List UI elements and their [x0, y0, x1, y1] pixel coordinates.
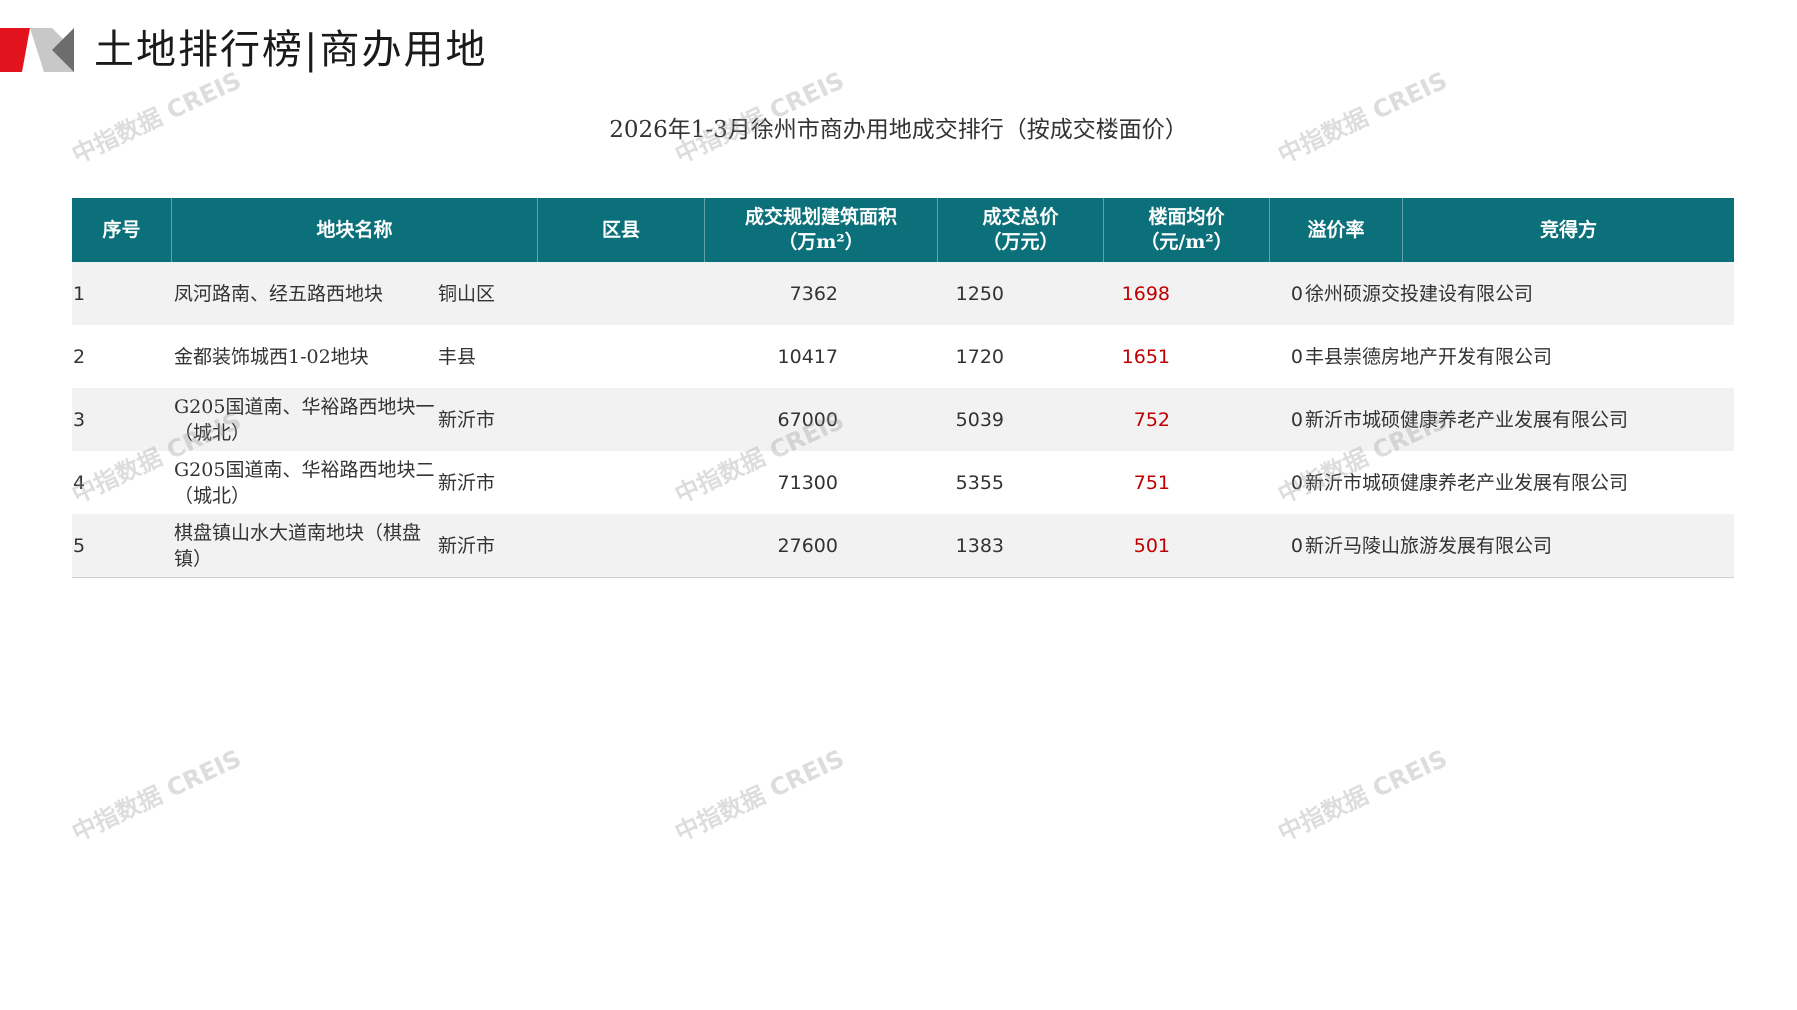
cell-total: 5039 [955, 408, 1004, 431]
cell-price: 751 [1133, 471, 1170, 494]
cell-premium: 0 [1290, 345, 1303, 368]
cell-name: 棋盘镇山水大道南地块（棋盘镇） [174, 521, 422, 570]
watermark: 中指数据 CREIS [670, 744, 849, 848]
table-header-row: 序号 地块名称 区县 成交规划建筑面积 （万m²） 成交总价 （万元） 楼面均价… [72, 198, 1734, 262]
cell-premium: 0 [1290, 282, 1303, 305]
cell-area: 71300 [777, 471, 838, 494]
cell-total: 1250 [955, 282, 1004, 305]
watermark: 中指数据 CREIS [67, 744, 246, 848]
cell-price: 501 [1133, 534, 1170, 557]
cell-premium: 0 [1290, 471, 1303, 494]
cell-price: 1698 [1121, 282, 1170, 305]
watermark: 中指数据 CREIS [1273, 744, 1452, 848]
cell-district: 丰县 [438, 345, 477, 368]
cell-name: G205国道南、华裕路西地块一（城北） [174, 395, 435, 444]
header-premium: 溢价率 [1270, 198, 1403, 262]
cell-area: 10417 [777, 345, 838, 368]
cell-premium: 0 [1290, 408, 1303, 431]
cell-district: 铜山区 [438, 282, 496, 305]
cell-district: 新沂市 [438, 471, 496, 494]
cell-buyer: 丰县崇德房地产开发有限公司 [1305, 345, 1553, 368]
cell-buyer: 新沂市城硕健康养老产业发展有限公司 [1305, 408, 1629, 431]
table-row: 3 G205国道南、华裕路西地块一（城北） 新沂市 67000 5039 752… [72, 388, 1734, 451]
cell-total: 5355 [955, 471, 1004, 494]
cell-area: 7362 [789, 282, 838, 305]
ranking-table: 序号 地块名称 区县 成交规划建筑面积 （万m²） 成交总价 （万元） 楼面均价… [72, 198, 1734, 578]
table-body: 1 凤河路南、经五路西地块 铜山区 7362 1250 1698 0 徐州硕源交… [72, 262, 1734, 578]
cell-name: 凤河路南、经五路西地块 [174, 282, 384, 305]
cell-total: 1720 [955, 345, 1004, 368]
brand-logo-icon [0, 28, 74, 72]
cell-premium: 0 [1290, 534, 1303, 557]
cell-buyer: 徐州硕源交投建设有限公司 [1305, 282, 1534, 305]
table-row: 4 G205国道南、华裕路西地块二（城北） 新沂市 71300 5355 751… [72, 451, 1734, 514]
cell-buyer: 新沂市城硕健康养老产业发展有限公司 [1305, 471, 1629, 494]
table-row: 1 凤河路南、经五路西地块 铜山区 7362 1250 1698 0 徐州硕源交… [72, 262, 1734, 325]
header-district: 区县 [538, 198, 705, 262]
header-name: 地块名称 [172, 198, 538, 262]
header-price: 楼面均价 （元/m²） [1104, 198, 1270, 262]
table-row: 5 棋盘镇山水大道南地块（棋盘镇） 新沂市 27600 1383 501 0 新… [72, 514, 1734, 578]
cell-district: 新沂市 [438, 534, 496, 557]
cell-district: 新沂市 [438, 408, 496, 431]
cell-price: 1651 [1121, 345, 1170, 368]
header-total: 成交总价 （万元） [938, 198, 1104, 262]
cell-total: 1383 [955, 534, 1004, 557]
cell-area: 67000 [777, 408, 838, 431]
cell-name: G205国道南、华裕路西地块二（城北） [174, 458, 435, 507]
cell-name: 金都装饰城西1-02地块 [174, 345, 369, 368]
header-buyer: 竞得方 [1539, 218, 1597, 241]
header-no: 序号 [72, 198, 172, 262]
cell-area: 27600 [777, 534, 838, 557]
table-title: 2026年1-3月徐州市商办用地成交排行（按成交楼面价） [609, 117, 1188, 143]
header-area: 成交规划建筑面积 （万m²） [705, 198, 938, 262]
cell-price: 752 [1133, 408, 1170, 431]
cell-buyer: 新沂马陵山旅游发展有限公司 [1305, 534, 1553, 557]
table-row: 2 金都装饰城西1-02地块 丰县 10417 1720 1651 0 丰县崇德… [72, 325, 1734, 388]
page-title: 土地排行榜|商办用地 [94, 27, 488, 73]
